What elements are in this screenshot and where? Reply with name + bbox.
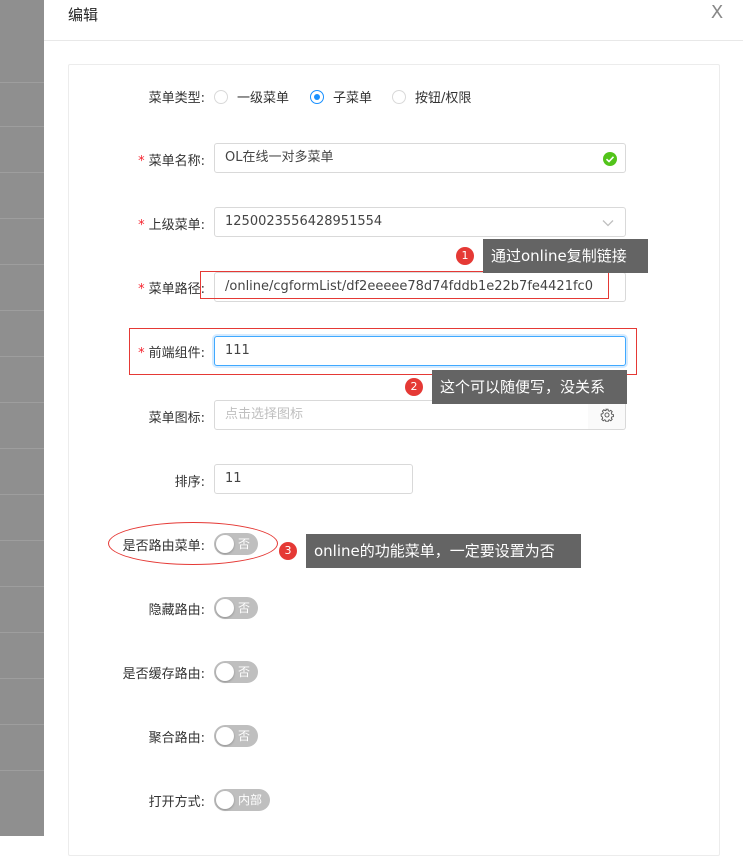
cache-route-label: 是否缓存路由: bbox=[122, 667, 205, 682]
annotation-badge-2: 2 bbox=[405, 378, 423, 396]
switch-knob bbox=[216, 727, 234, 745]
switch-text: 内部 bbox=[238, 793, 263, 807]
gear-icon[interactable] bbox=[588, 400, 626, 430]
aggregate-route-switch[interactable]: 否 bbox=[214, 725, 258, 747]
radio-label: 一级菜单 bbox=[237, 91, 290, 106]
menu-name-input[interactable]: OL在线一对多菜单 bbox=[214, 143, 626, 173]
required-mark: * bbox=[138, 154, 145, 169]
radio-label: 按钮/权限 bbox=[415, 91, 472, 106]
menu-icon-placeholder: 点击选择图标 bbox=[225, 407, 304, 422]
close-icon[interactable]: X bbox=[706, 2, 728, 24]
annotation-badge-3: 3 bbox=[279, 542, 297, 560]
parent-menu-label-text: 上级菜单: bbox=[148, 218, 205, 233]
switch-knob bbox=[216, 791, 234, 809]
switch-knob bbox=[216, 599, 234, 617]
drawer-title: 编辑 bbox=[68, 6, 99, 24]
drawer-header: 编辑 X bbox=[44, 0, 743, 41]
check-success-icon bbox=[603, 152, 617, 166]
annotation-tooltip-1: 通过online复制链接 bbox=[483, 239, 648, 273]
radio-circle-icon bbox=[214, 89, 228, 104]
sort-input[interactable]: 11 bbox=[214, 464, 413, 494]
menu-name-label-text: 菜单名称: bbox=[148, 154, 205, 169]
menu-icon-input[interactable]: 点击选择图标 bbox=[214, 400, 589, 430]
page-backdrop[interactable] bbox=[0, 0, 44, 836]
sort-label: 排序: bbox=[174, 475, 205, 490]
annotation-tooltip-2: 这个可以随便写，没关系 bbox=[432, 370, 627, 404]
required-mark: * bbox=[138, 282, 145, 297]
open-mode-switch[interactable]: 内部 bbox=[214, 789, 270, 811]
parent-menu-label: * 上级菜单: bbox=[45, 214, 205, 233]
menu-name-label: * 菜单名称: bbox=[45, 150, 205, 169]
annotation-box-path bbox=[200, 271, 609, 299]
radio-sub-menu[interactable]: 子菜单 bbox=[310, 87, 372, 106]
menu-type-label: 菜单类型: bbox=[148, 91, 205, 106]
annotation-box-component bbox=[129, 328, 637, 375]
parent-menu-select[interactable]: 1250023556428951554 bbox=[214, 207, 626, 237]
menu-path-label-text: 菜单路径: bbox=[148, 282, 205, 297]
open-mode-label: 打开方式: bbox=[148, 795, 205, 810]
aggregate-route-label: 聚合路由: bbox=[148, 731, 205, 746]
hide-route-switch[interactable]: 否 bbox=[214, 597, 258, 619]
annotation-tooltip-3: online的功能菜单，一定要设置为否 bbox=[306, 534, 581, 568]
switch-text: 否 bbox=[238, 665, 251, 679]
radio-top-level-menu[interactable]: 一级菜单 bbox=[214, 87, 289, 106]
switch-text: 否 bbox=[238, 729, 251, 743]
chevron-down-icon bbox=[602, 217, 614, 232]
required-mark: * bbox=[138, 218, 145, 233]
hide-route-label: 隐藏路由: bbox=[148, 603, 205, 618]
switch-text: 否 bbox=[238, 601, 251, 615]
radio-circle-icon bbox=[392, 89, 406, 104]
radio-selected-icon bbox=[310, 89, 324, 104]
annotation-ellipse-route bbox=[108, 522, 278, 565]
menu-path-label: * 菜单路径: bbox=[45, 278, 205, 297]
radio-label: 子菜单 bbox=[333, 91, 373, 106]
cache-route-switch[interactable]: 否 bbox=[214, 661, 258, 683]
menu-icon-label: 菜单图标: bbox=[148, 411, 205, 426]
radio-button-permission[interactable]: 按钮/权限 bbox=[392, 87, 471, 106]
annotation-badge-1: 1 bbox=[456, 247, 474, 265]
switch-knob bbox=[216, 663, 234, 681]
